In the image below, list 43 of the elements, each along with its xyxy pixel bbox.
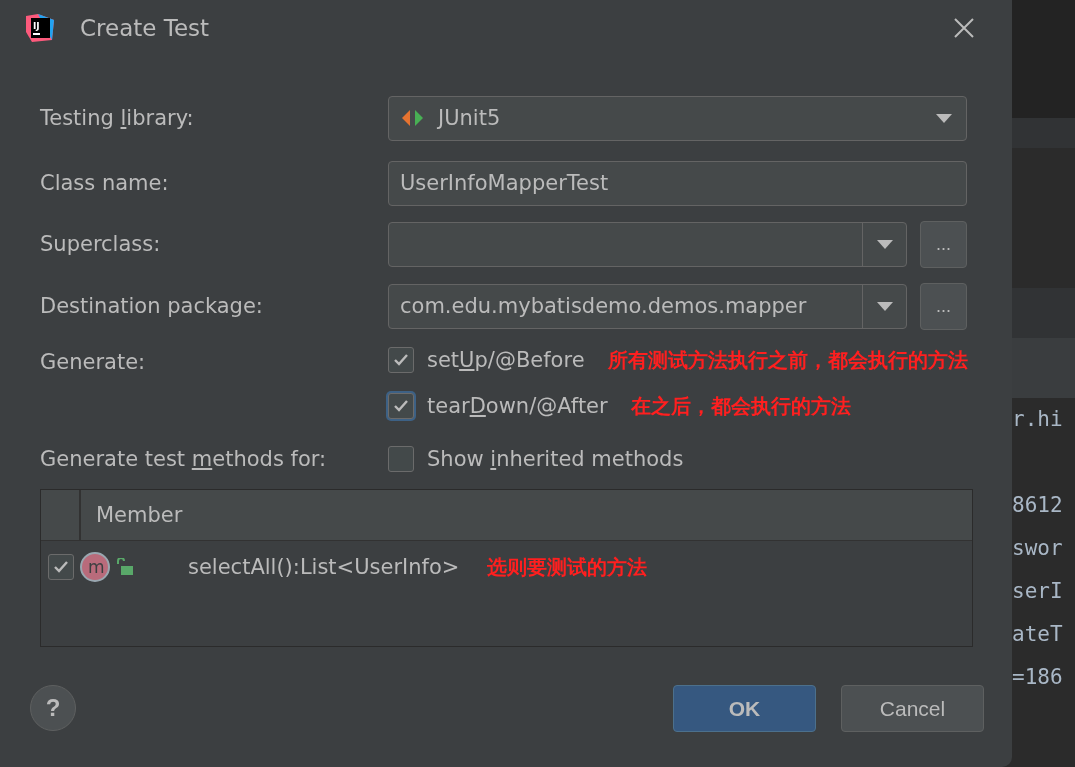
checkbox-label: setUp/@Before bbox=[427, 348, 585, 373]
table-cell: selectAll():List<UserInfo> bbox=[188, 555, 460, 580]
column-header: Member bbox=[79, 490, 972, 541]
code-line: =186 bbox=[1012, 664, 1064, 691]
checkbox[interactable] bbox=[48, 554, 74, 581]
caret-icon bbox=[876, 301, 893, 311]
field-label: Superclass: bbox=[40, 231, 162, 259]
cancel-button[interactable]: Cancel bbox=[841, 685, 984, 733]
combo-field[interactable] bbox=[388, 221, 908, 267]
annotation-text: 所有测试方法执行之前，都会执行的方法 bbox=[607, 346, 968, 374]
field-label: Class name: bbox=[40, 170, 170, 198]
check-icon bbox=[393, 399, 409, 414]
browse-button[interactable]: ... bbox=[920, 220, 967, 268]
app-logo-icon: IJ bbox=[24, 11, 56, 44]
checkbox[interactable] bbox=[388, 446, 414, 473]
annotation-text: 选则要测试的方法 bbox=[487, 553, 648, 581]
field-label: Destination package: bbox=[40, 293, 264, 321]
window-title: Create Test bbox=[80, 14, 211, 41]
checkbox-label: tearDown/@After bbox=[427, 394, 608, 419]
check-icon bbox=[53, 560, 69, 575]
code-line: 8612 bbox=[1012, 492, 1064, 519]
checkbox-label: Show inherited methods bbox=[427, 447, 684, 472]
combo-field[interactable]: com.edu.mybatisdemo.demos.mapper bbox=[388, 283, 908, 329]
code-line: r.hi bbox=[1012, 406, 1064, 433]
code-line: serI bbox=[1012, 578, 1064, 605]
close-icon bbox=[954, 17, 974, 38]
caret-icon bbox=[876, 239, 893, 249]
code-line: swor bbox=[1012, 535, 1064, 562]
unlocked-padlock-icon bbox=[116, 558, 134, 577]
browse-button[interactable]: ... bbox=[920, 282, 967, 330]
field-label: Generate test methods for: bbox=[40, 446, 328, 474]
dropdown[interactable]: JUnit5 bbox=[388, 95, 967, 141]
field-label: Generate: bbox=[40, 349, 147, 377]
checkbox[interactable] bbox=[388, 347, 414, 374]
code-line: ateT bbox=[1012, 621, 1064, 648]
ok-button[interactable]: OK bbox=[673, 685, 816, 733]
caret-icon bbox=[936, 113, 952, 123]
help-button[interactable]: ? bbox=[30, 685, 76, 732]
method-icon: m bbox=[80, 552, 110, 583]
text-field[interactable]: UserInfoMapperTest bbox=[388, 160, 967, 206]
field-label: Testing library: bbox=[40, 105, 195, 133]
annotation-text: 在之后，都会执行的方法 bbox=[630, 392, 851, 420]
check-icon bbox=[393, 353, 409, 368]
